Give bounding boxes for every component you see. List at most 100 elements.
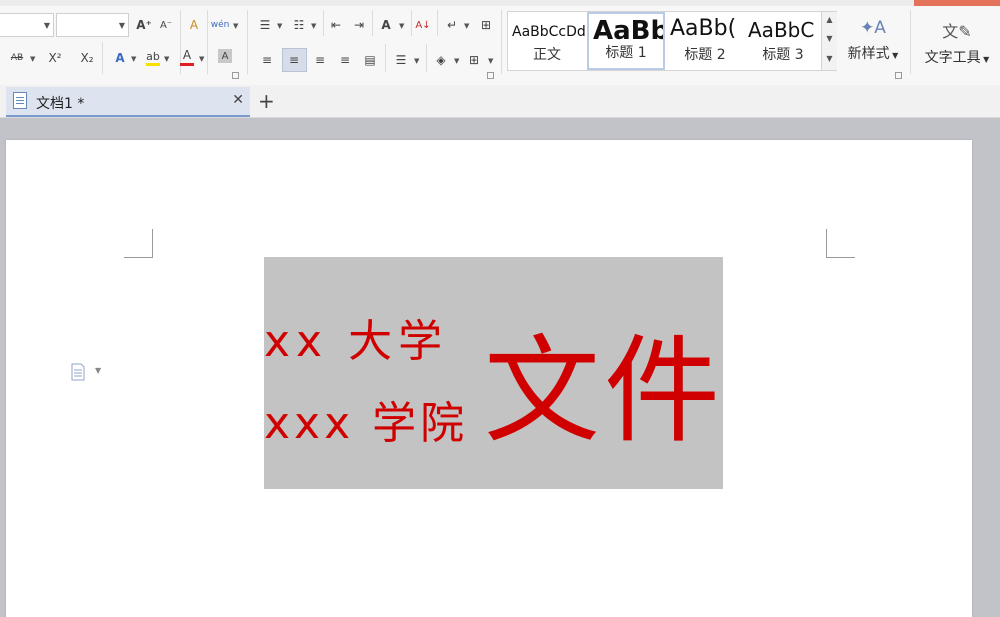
text-tools-label: 文字工具 <box>924 50 981 66</box>
style-sample: AaBb( <box>670 16 737 41</box>
table-button[interactable]: ⊞ <box>477 16 495 34</box>
separator <box>426 44 427 72</box>
align-left-button[interactable]: ≡ <box>258 51 276 69</box>
char-shading-button[interactable]: A <box>218 49 232 63</box>
phonetic-guide-button[interactable]: wén <box>211 16 230 34</box>
distribute-button[interactable]: ▤ <box>361 51 379 69</box>
new-style-icon: ✦A <box>860 18 886 38</box>
text-tools-button[interactable]: 文✎ 文字工具 ▼ <box>918 18 996 67</box>
chevron-down-icon: ▼ <box>980 55 990 64</box>
header-document-title: 文件 <box>484 324 723 459</box>
style-heading-3[interactable]: AaBbC 标题 3 <box>744 12 822 70</box>
margin-corner-top-right <box>826 229 855 258</box>
separator <box>207 10 208 74</box>
separator <box>910 10 911 74</box>
chevron-down-icon: ▼ <box>30 55 36 63</box>
chevron-down-icon: ▼ <box>311 22 317 30</box>
paragraph-layout-icon[interactable] <box>70 363 86 381</box>
strikethrough-button[interactable]: AB <box>8 49 26 67</box>
chevron-down-icon: ▼ <box>131 55 137 63</box>
highlight-color-bar <box>146 63 160 66</box>
chevron-down-icon: ▼ <box>233 22 239 30</box>
chevron-down-icon: ▼ <box>164 55 170 63</box>
clear-format-button[interactable]: A <box>185 16 203 34</box>
separator <box>323 10 324 36</box>
header-university: xx 大学 <box>264 316 449 367</box>
chevron-down-icon: ▼ <box>399 22 405 30</box>
style-heading-1[interactable]: AaBb 标题 1 <box>587 12 665 70</box>
chevron-down-icon: ▼ <box>199 55 205 63</box>
header-college: xxx 学院 <box>264 398 469 449</box>
shrink-font-button[interactable]: A⁻ <box>157 16 175 34</box>
font-name-select[interactable]: ▼ <box>0 13 54 37</box>
document-icon <box>13 92 27 109</box>
close-icon[interactable]: ✕ <box>232 92 244 108</box>
style-heading-2[interactable]: AaBb( 标题 2 <box>666 12 744 70</box>
font-color-bar <box>180 63 194 66</box>
red-header-box[interactable]: xx 大学 xxx 学院 文件 <box>264 257 723 489</box>
chevron-down-icon[interactable]: ▼ <box>95 366 101 375</box>
decrease-indent-button[interactable]: ⇤ <box>327 16 345 34</box>
sort-button[interactable]: A↓ <box>414 16 432 34</box>
style-name: 标题 2 <box>684 47 726 63</box>
new-style-button[interactable]: ✦A 新样式 ▼ <box>843 18 903 63</box>
more-styles-icon[interactable]: ▼ <box>822 54 837 63</box>
line-spacing-button[interactable]: ☰ <box>392 51 410 69</box>
superscript-button[interactable]: X² <box>46 49 64 67</box>
ribbon-toolbar: ▼ ▼ A⁺ A⁻ A wén ▼ AB ▼ X² X₂ A ▼ ab ▼ A … <box>0 0 1000 86</box>
subscript-button[interactable]: X₂ <box>78 49 96 67</box>
title-strip <box>0 0 1000 6</box>
separator <box>372 10 373 36</box>
style-name: 正文 <box>533 47 561 63</box>
show-marks-button[interactable]: ↵ <box>443 16 461 34</box>
document-tab-bar: 文档1 * ✕ <box>0 85 1000 118</box>
separator <box>501 10 502 74</box>
char-spacing-button[interactable]: A <box>377 16 395 34</box>
chevron-up-icon[interactable]: ▲ <box>822 15 837 24</box>
chevron-down-icon: ▼ <box>889 51 899 60</box>
new-tab-button[interactable]: + <box>258 89 275 113</box>
tab-document-1[interactable]: 文档1 * ✕ <box>6 87 250 117</box>
chevron-down-icon[interactable]: ▼ <box>822 34 837 43</box>
styles-dialog-launcher[interactable] <box>895 72 902 79</box>
window-accent <box>914 0 1000 6</box>
font-dialog-launcher[interactable] <box>232 72 239 79</box>
fill-color-button[interactable]: ◈ <box>432 51 450 69</box>
style-sample: AaBbCcDd <box>512 24 586 40</box>
increase-indent-button[interactable]: ⇥ <box>350 16 368 34</box>
grow-font-button[interactable]: A⁺ <box>135 16 153 34</box>
border-button[interactable]: ⊞ <box>465 51 483 69</box>
chevron-down-icon: ▼ <box>43 21 50 30</box>
separator <box>247 10 248 74</box>
text-effect-button[interactable]: A <box>111 49 129 67</box>
new-style-label: 新样式 <box>847 46 890 62</box>
chevron-down-icon: ▼ <box>454 57 460 65</box>
separator <box>437 10 438 36</box>
font-size-select[interactable]: ▼ <box>56 13 129 37</box>
separator <box>385 44 386 72</box>
chevron-down-icon: ▼ <box>118 21 125 30</box>
chevron-down-icon: ▼ <box>277 22 283 30</box>
style-gallery-scrollbar[interactable]: ▲ ▼ ▼ <box>821 12 837 70</box>
text-tools-icon: 文✎ <box>942 22 972 41</box>
separator <box>411 10 412 36</box>
style-name: 标题 3 <box>762 47 804 63</box>
numbering-button[interactable]: ☷ <box>290 16 308 34</box>
chevron-down-icon: ▼ <box>414 57 420 65</box>
align-center-button[interactable]: ≡ <box>285 51 303 69</box>
style-sample: AaBbC <box>748 18 815 42</box>
paragraph-dialog-launcher[interactable] <box>487 72 494 79</box>
separator <box>102 42 103 74</box>
style-name: 标题 1 <box>605 45 647 61</box>
align-right-button[interactable]: ≡ <box>311 51 329 69</box>
style-gallery: AaBbCcDd 正文 AaBb 标题 1 AaBb( 标题 2 AaBbC 标… <box>507 11 837 71</box>
bullets-button[interactable]: ☰ <box>256 16 274 34</box>
document-page[interactable]: ▼ xx 大学 xxx 学院 文件 <box>6 140 972 617</box>
margin-corner-top-left <box>124 229 153 258</box>
chevron-down-icon: ▼ <box>488 57 494 65</box>
style-normal[interactable]: AaBbCcDd 正文 <box>508 12 586 70</box>
font-color-button[interactable]: A <box>178 46 196 64</box>
tab-title: 文档1 * <box>36 96 85 112</box>
chevron-down-icon: ▼ <box>464 22 470 30</box>
justify-button[interactable]: ≡ <box>336 51 354 69</box>
